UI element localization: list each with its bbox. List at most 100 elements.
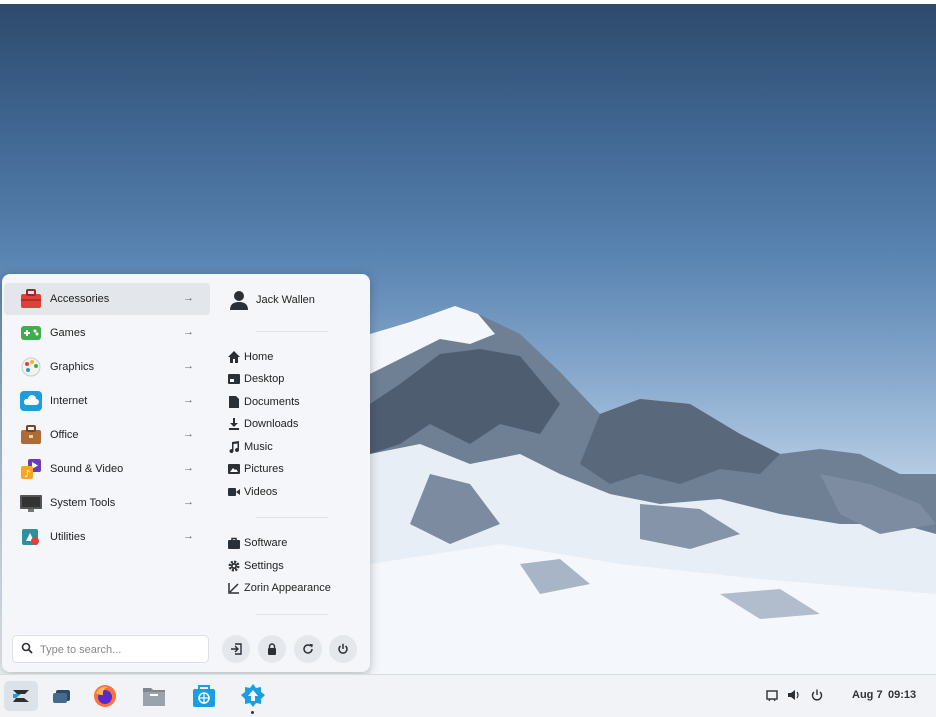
- power-icon: [811, 689, 823, 701]
- system-label: Software: [244, 537, 288, 549]
- utilities-icon: [22, 529, 39, 545]
- lock-button[interactable]: [258, 635, 286, 663]
- category-label: Internet: [50, 395, 88, 407]
- place-pictures[interactable]: Pictures: [226, 459, 366, 479]
- briefcase-icon: [21, 425, 41, 444]
- music-icon: [229, 441, 240, 453]
- user-name: Jack Wallen: [256, 294, 315, 306]
- category-internet[interactable]: Internet →: [4, 385, 210, 417]
- svg-text:♪: ♪: [24, 469, 30, 479]
- place-label: Downloads: [244, 418, 299, 430]
- files-icon: [143, 688, 165, 706]
- place-downloads[interactable]: Downloads: [226, 414, 366, 434]
- software-updater-launcher[interactable]: [238, 681, 268, 711]
- category-accessories[interactable]: Accessories →: [4, 283, 210, 315]
- category-label: Accessories: [50, 293, 110, 305]
- category-label: Graphics: [50, 361, 95, 373]
- arrow-right-icon: →: [183, 292, 194, 304]
- video-icon: [228, 488, 240, 496]
- volume-indicator[interactable]: [787, 688, 801, 702]
- category-label: Utilities: [50, 531, 86, 543]
- firefox-icon: [94, 685, 116, 707]
- restart-icon: [303, 643, 313, 654]
- logout-icon: [231, 643, 242, 655]
- place-videos[interactable]: Videos: [226, 482, 366, 502]
- software-bag-icon: [228, 537, 240, 549]
- separator: [256, 331, 328, 332]
- category-label: Sound & Video: [50, 463, 124, 475]
- monitor-icon: [20, 495, 42, 512]
- picture-icon: [228, 464, 240, 474]
- arrow-right-icon: →: [183, 394, 194, 406]
- firefox-launcher[interactable]: [90, 681, 120, 711]
- arrow-right-icon: →: [183, 326, 194, 338]
- arrow-right-icon: →: [183, 360, 194, 372]
- zorin-menu-button[interactable]: [4, 681, 38, 711]
- system-settings[interactable]: Settings: [226, 556, 366, 576]
- category-games[interactable]: Games →: [4, 317, 210, 349]
- category-office[interactable]: Office →: [4, 419, 210, 451]
- zorin-menu-icon: [13, 690, 29, 702]
- separator: [256, 517, 328, 518]
- taskbar: Aug 7 09:13: [0, 674, 936, 717]
- place-label: Documents: [244, 396, 300, 408]
- software-store-icon: [193, 685, 215, 707]
- category-label: System Tools: [50, 497, 116, 509]
- logout-button[interactable]: [222, 635, 250, 663]
- screen-icon: [766, 690, 778, 702]
- start-menu: Accessories → Games → Graphics → Interne…: [2, 274, 370, 672]
- category-sound-video[interactable]: ♪ Sound & Video →: [4, 453, 210, 485]
- user-account[interactable]: Jack Wallen: [226, 288, 366, 314]
- power-button[interactable]: [329, 635, 357, 663]
- arrow-right-icon: →: [183, 530, 194, 542]
- running-indicator: [251, 711, 254, 714]
- desktop-icon: [228, 374, 240, 384]
- lock-icon: [268, 643, 276, 655]
- system-zorin-appearance[interactable]: Zorin Appearance: [226, 578, 366, 598]
- place-label: Home: [244, 351, 274, 363]
- category-system-tools[interactable]: System Tools →: [4, 487, 210, 519]
- files-launcher[interactable]: [139, 681, 169, 711]
- appearance-icon: [228, 583, 239, 594]
- place-label: Desktop: [244, 373, 285, 385]
- place-home[interactable]: Home: [226, 347, 366, 367]
- clock-time[interactable]: 09:13: [888, 689, 916, 701]
- home-icon: [228, 351, 240, 363]
- place-music[interactable]: Music: [226, 437, 366, 457]
- palette-icon: [21, 357, 41, 377]
- clock-date[interactable]: Aug 7: [852, 689, 883, 701]
- category-label: Games: [50, 327, 86, 339]
- windows-overview-button[interactable]: [48, 681, 78, 711]
- restart-button[interactable]: [294, 635, 322, 663]
- place-label: Music: [244, 441, 273, 453]
- download-icon: [229, 418, 239, 430]
- arrow-right-icon: →: [183, 496, 194, 508]
- search-input[interactable]: [38, 640, 202, 660]
- gamepad-icon: [21, 326, 41, 340]
- system-software[interactable]: Software: [226, 533, 366, 553]
- toolbox-icon: [21, 289, 41, 308]
- cloud-icon: [20, 391, 42, 411]
- search-box[interactable]: [12, 635, 209, 663]
- place-documents[interactable]: Documents: [226, 392, 366, 412]
- updates-icon: [241, 684, 265, 707]
- software-store-launcher[interactable]: [189, 681, 219, 711]
- windows-icon: [53, 690, 70, 703]
- user-icon: [230, 291, 248, 310]
- category-utilities[interactable]: Utilities →: [4, 521, 210, 553]
- gear-icon: [228, 560, 240, 572]
- category-graphics[interactable]: Graphics →: [4, 351, 210, 383]
- place-desktop[interactable]: Desktop: [226, 369, 366, 389]
- system-label: Settings: [244, 560, 284, 572]
- screen-indicator[interactable]: [765, 688, 779, 702]
- arrow-right-icon: →: [183, 462, 194, 474]
- arrow-right-icon: →: [183, 428, 194, 440]
- power-icon: [338, 643, 348, 654]
- power-indicator[interactable]: [810, 688, 824, 702]
- system-label: Zorin Appearance: [244, 582, 331, 594]
- place-label: Pictures: [244, 463, 284, 475]
- search-icon: [21, 642, 33, 654]
- volume-icon: [788, 690, 799, 700]
- category-label: Office: [50, 429, 79, 441]
- place-label: Videos: [244, 486, 278, 498]
